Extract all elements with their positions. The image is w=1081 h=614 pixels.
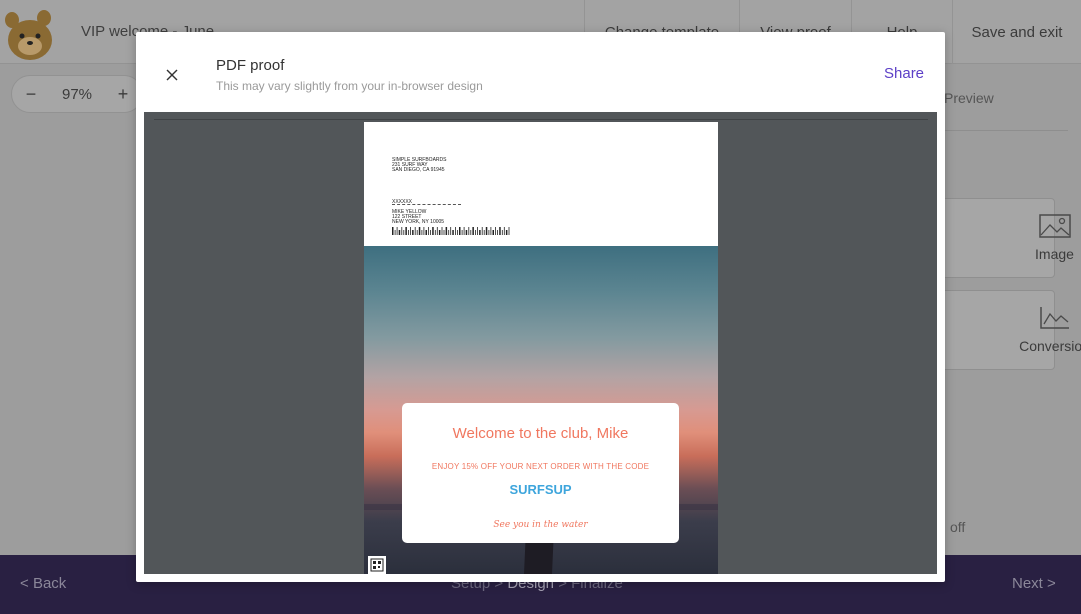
promo-code: SURFSUP — [509, 482, 572, 497]
tab-preview[interactable]: Preview — [944, 90, 994, 106]
pdf-page: SIMPLE SURFBOARDS 231 SURF WAY SAN DIEGO… — [364, 122, 718, 574]
zoom-level: 97% — [61, 85, 93, 103]
zoom-out-button[interactable]: − — [12, 84, 50, 105]
conversion-block-label: Conversion — [1019, 338, 1081, 354]
recipient-address: MIKE YELLOW 122 STREET NEW YORK, NY 1000… — [392, 209, 445, 225]
modal-title: PDF proof — [216, 57, 285, 74]
signoff-text: See you in the water — [493, 520, 588, 530]
qr-code-icon — [368, 556, 386, 574]
quokka-logo-icon[interactable] — [0, 6, 60, 64]
mail-dashes — [392, 204, 461, 205]
chevron-left-icon: < — [20, 575, 29, 592]
offer-card: Welcome to the club, Mike ENJOY 15% OFF … — [402, 403, 679, 543]
viewer-divider — [154, 119, 928, 120]
back-label: Back — [32, 575, 67, 592]
image-block-label: Image — [1035, 246, 1074, 262]
next-label: Next — [1012, 575, 1043, 592]
image-icon — [1038, 214, 1071, 238]
share-button[interactable]: Share — [884, 65, 924, 82]
back-button[interactable]: < Back — [20, 575, 66, 592]
barcode-icon — [392, 227, 510, 235]
modal-subtitle: This may vary slightly from your in-brow… — [216, 79, 483, 93]
zoom-control: − 97% + — [11, 75, 143, 113]
offer-heading: Welcome to the club, Mike — [452, 425, 629, 442]
tab-divider — [944, 130, 1068, 131]
toggle-state-text: off — [950, 519, 966, 535]
offer-text: ENJOY 15% OFF YOUR NEXT ORDER WITH THE C… — [431, 462, 650, 471]
save-and-exit-button[interactable]: Save and exit — [952, 0, 1081, 64]
return-address: SIMPLE SURFBOARDS 231 SURF WAY SAN DIEGO… — [392, 157, 447, 173]
close-icon[interactable] — [165, 68, 179, 82]
surf-photo: Welcome to the club, Mike ENJOY 15% OFF … — [364, 246, 718, 574]
next-button[interactable]: Next > — [1012, 575, 1056, 592]
line-chart-icon — [1039, 307, 1069, 329]
chevron-right-icon: > — [1047, 575, 1056, 592]
